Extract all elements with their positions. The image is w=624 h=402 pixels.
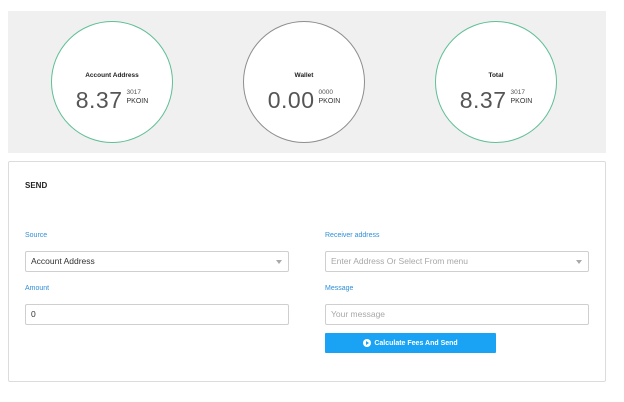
balance-unit: PKOIN (510, 98, 533, 105)
send-title: SEND (25, 181, 48, 190)
balance-unit: PKOIN (318, 98, 341, 105)
message-input[interactable]: Your message (325, 304, 589, 325)
source-select[interactable]: Account Address (25, 251, 289, 272)
balance-amount: 0.00 (267, 87, 315, 113)
balance-circle-account: Account Address 8.37 3017 PKOIN (51, 21, 173, 143)
arrow-circle-right-icon (363, 339, 372, 347)
source-select-value: Account Address (31, 256, 95, 266)
source-label: Source (25, 232, 48, 239)
balance-circle-wallet: Wallet 0.00 0000 PKOIN (243, 21, 365, 143)
amount-label: Amount (25, 285, 50, 292)
chevron-down-icon (276, 260, 282, 264)
balance-unit: PKOIN (126, 98, 149, 105)
balance-value-group: 0.00 0000 PKOIN (244, 87, 364, 113)
balance-fraction: 3017 (126, 89, 141, 96)
balance-label: Account Address (85, 72, 139, 79)
balance-label: Total (488, 72, 504, 79)
amount-input[interactable]: 0 (25, 304, 289, 325)
amount-value: 0 (31, 309, 36, 319)
balance-value-group: 8.37 3017 PKOIN (52, 87, 172, 113)
chevron-down-icon (576, 260, 582, 264)
send-button-label: Calculate Fees And Send (374, 339, 458, 347)
calculate-fees-send-button[interactable]: Calculate Fees And Send (325, 333, 496, 353)
balance-fraction: 3017 (510, 89, 525, 96)
balance-panel: Account Address 8.37 3017 PKOIN Wallet 0… (8, 11, 606, 153)
balance-amount: 8.37 (75, 87, 123, 113)
receiver-address-select[interactable]: Enter Address Or Select From menu (325, 251, 589, 272)
send-form-card: SEND Source Account Address Receiver add… (8, 161, 606, 382)
balance-fraction: 0000 (318, 89, 333, 96)
balance-label: Wallet (294, 72, 314, 79)
message-label: Message (325, 285, 354, 292)
balance-value-group: 8.37 3017 PKOIN (436, 87, 556, 113)
balance-amount: 8.37 (459, 87, 507, 113)
receiver-label: Receiver address (325, 232, 380, 239)
balance-circle-total: Total 8.37 3017 PKOIN (435, 21, 557, 143)
message-placeholder: Your message (331, 309, 386, 319)
receiver-address-placeholder: Enter Address Or Select From menu (331, 256, 468, 266)
